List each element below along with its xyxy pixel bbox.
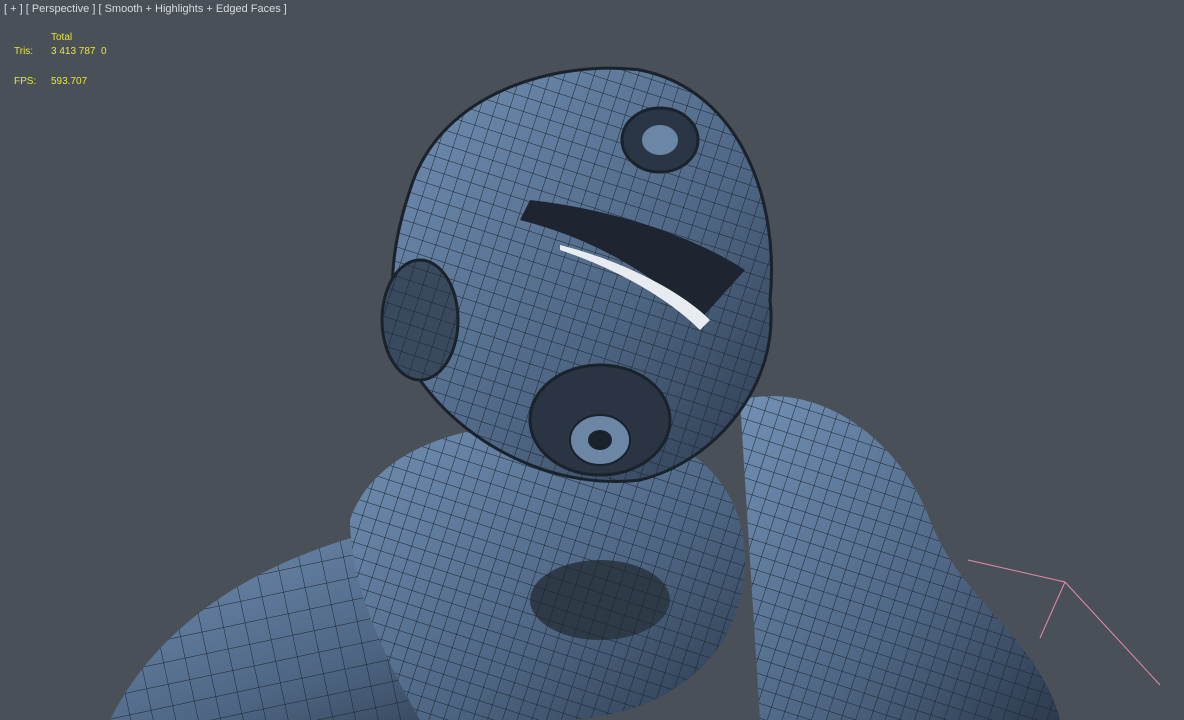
perspective-viewport[interactable]: [ + ] [ Perspective ] [ Smooth + Highlig… <box>0 0 1184 720</box>
gizmo-axis-x <box>967 559 1066 583</box>
stats-fps-value: 593.707 <box>51 76 88 87</box>
gizmo-axis-z <box>1064 581 1161 686</box>
viewport-label: [ + ] [ Perspective ] [ Smooth + Highlig… <box>4 3 287 15</box>
stats-tris-label: Tris: <box>14 46 34 57</box>
stats-fps-label: FPS: <box>14 76 37 87</box>
stats-total-header: Total <box>51 32 73 43</box>
viewport-menu-button[interactable]: [ + ] <box>4 3 23 15</box>
gizmo-axis-y <box>1039 581 1066 639</box>
3d-model-render[interactable] <box>0 0 1184 720</box>
right-arm <box>740 396 1060 720</box>
stats-tris-value: 3 413 787 0 <box>51 46 107 57</box>
helmet <box>380 66 773 483</box>
viewport-shading-button[interactable]: [ Smooth + Highlights + Edged Faces ] <box>98 3 286 15</box>
viewport-view-button[interactable]: [ Perspective ] <box>26 3 96 15</box>
